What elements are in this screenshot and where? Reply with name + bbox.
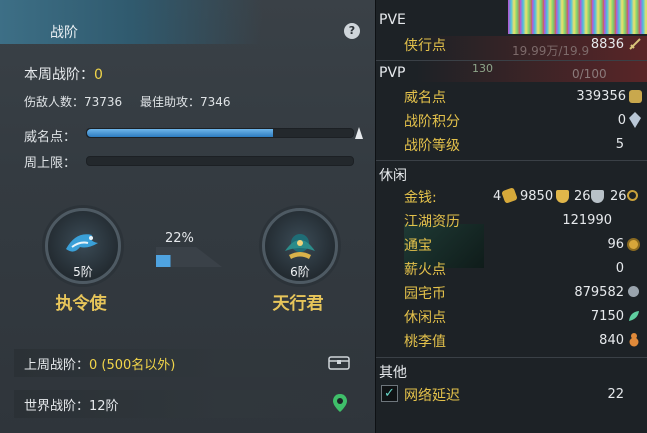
week-rank-row: 本周战阶：0 xyxy=(24,64,103,84)
next-rank-name: 天行君 xyxy=(272,294,324,314)
current-rank-level: 5阶 xyxy=(73,265,93,279)
divider xyxy=(376,60,647,61)
divider xyxy=(376,357,647,358)
overlay-value: 19.99万/19.9 xyxy=(512,44,590,58)
current-rank-name: 执令使 xyxy=(55,294,107,314)
pve-item-value: 8836 xyxy=(590,37,624,52)
pve-header: PVE xyxy=(379,12,406,28)
overlay-level-badge: 130 xyxy=(472,62,493,75)
leisure-item-qualification: 江湖资历 xyxy=(404,214,460,230)
crystal-icon xyxy=(629,112,641,128)
leaf-icon xyxy=(629,311,639,321)
badge-icon xyxy=(629,90,642,103)
copper-ingot-icon xyxy=(591,190,604,203)
week-rank-label: 本周战阶： xyxy=(24,67,94,83)
rank-panel: 战阶 ? 本周战阶：0 伤敌人数：73736 最佳助攻：7346 威名点： 周上… xyxy=(0,0,375,433)
pvp-prestige-value: 339356 xyxy=(576,89,626,104)
week-rank-value: 0 xyxy=(94,67,103,83)
damage-count: 伤敌人数：73736 xyxy=(24,95,123,109)
prestige-bar-fill xyxy=(87,129,274,137)
leisure-item-tongbao: 通宝 xyxy=(404,238,432,254)
weekly-cap-label: 周上限： xyxy=(24,156,77,171)
leisure-fire-value: 0 xyxy=(615,261,624,276)
network-latency-value: 22 xyxy=(607,387,624,402)
leisure-item-leisure-points: 休闲点 xyxy=(404,310,446,326)
combat-stats: 伤敌人数：73736 最佳助攻：7346 xyxy=(24,93,245,110)
silver-ingot-icon xyxy=(556,190,569,203)
prestige-bar xyxy=(86,128,354,138)
prestige-marker-icon xyxy=(355,127,363,139)
network-latency-label: 网络延迟 xyxy=(404,388,460,404)
leisure-points-value: 7150 xyxy=(590,309,624,324)
rank-progress-fill xyxy=(156,255,171,267)
leisure-item-home-coin: 园宅币 xyxy=(404,286,446,302)
leisure-taoli-value: 840 xyxy=(599,333,624,348)
g-coin-icon xyxy=(628,286,639,297)
last-week-label: 上周战阶： xyxy=(24,358,90,373)
pvp-item-rank-level: 战阶等级 xyxy=(404,138,460,154)
coin-icon xyxy=(627,238,640,251)
network-latency-checkbox[interactable]: ✓ xyxy=(381,385,398,402)
pvp-item-rank-points: 战阶积分 xyxy=(404,114,460,130)
best-assist: 最佳助攻：7346 xyxy=(140,95,231,109)
world-rank-label: 世界战阶： xyxy=(24,399,90,414)
next-rank-level: 6阶 xyxy=(290,265,310,279)
leisure-tongbao-value: 96 xyxy=(607,237,624,252)
pvp-rank-level-value: 5 xyxy=(615,137,624,152)
leisure-qualification-value: 121990 xyxy=(562,213,612,228)
last-week-rank: 上周战阶：0 (500名以外) xyxy=(24,354,175,373)
overlay-ratio: 0/100 xyxy=(572,67,607,81)
pve-item-label: 侠行点 xyxy=(404,38,446,54)
last-week-rank-row: 上周战阶：0 (500名以外) xyxy=(14,349,364,377)
coin-ring-icon xyxy=(627,190,638,201)
rank-progress-wedge xyxy=(156,247,222,267)
sword-icon xyxy=(629,38,641,50)
panel-header: 战阶 ? xyxy=(0,0,375,44)
divider xyxy=(376,160,647,161)
money-silver-value: 9850 xyxy=(520,189,554,204)
weekly-cap-bar xyxy=(86,156,354,166)
money-gold-value: 4 xyxy=(493,189,502,204)
money-copper1-value: 26 xyxy=(574,189,591,204)
money-label: 金钱: xyxy=(404,190,437,206)
money-copper2-value: 26 xyxy=(610,189,627,204)
tab-rank[interactable]: 战阶 xyxy=(50,22,78,42)
background-art xyxy=(508,0,647,34)
prestige-label: 威名点： xyxy=(24,130,77,145)
leisure-item-taoli: 桃李值 xyxy=(404,334,446,350)
world-rank-value: 12阶 xyxy=(89,399,119,414)
leisure-header: 休闲 xyxy=(379,168,407,184)
help-icon[interactable]: ? xyxy=(344,23,360,39)
other-header: 其他 xyxy=(379,365,407,381)
location-pin-icon[interactable] xyxy=(332,393,348,413)
pvp-item-prestige: 威名点 xyxy=(404,90,446,106)
chest-icon[interactable] xyxy=(328,356,350,370)
leisure-item-fire: 薪火点 xyxy=(404,262,446,278)
leisure-home-coin-value: 879582 xyxy=(574,285,624,300)
gourd-icon xyxy=(629,333,639,347)
pvp-header: PVP xyxy=(379,65,406,81)
world-rank-row: 世界战阶：12阶 xyxy=(14,390,364,418)
rank-progress-text: 22% xyxy=(165,231,194,246)
pvp-rank-points-value: 0 xyxy=(617,113,626,128)
money-row: 金钱: 4 9850 26 26 xyxy=(404,187,644,207)
last-week-value: 0 (500名以外) xyxy=(89,358,176,373)
gold-ingot-icon xyxy=(501,187,518,204)
world-rank: 世界战阶：12阶 xyxy=(24,395,119,414)
currency-panel: 19.99万/19.9 130 0/100 PVE 侠行点 8836 PVP 威… xyxy=(375,0,647,433)
